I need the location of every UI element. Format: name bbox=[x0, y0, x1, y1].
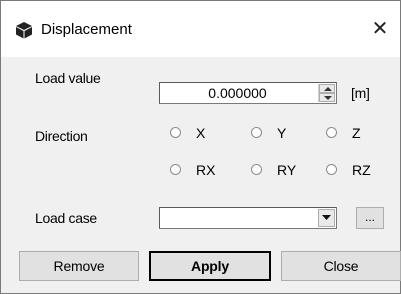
radio-circle[interactable] bbox=[251, 127, 262, 138]
radio-ry-label[interactable]: RY bbox=[277, 161, 296, 179]
radio-circle[interactable] bbox=[251, 164, 262, 175]
radio-circle[interactable] bbox=[170, 164, 181, 175]
radio-circle[interactable] bbox=[326, 127, 337, 138]
load-case-select[interactable] bbox=[159, 207, 337, 229]
radio-rz-label[interactable]: RZ bbox=[352, 161, 371, 179]
remove-button[interactable]: Remove bbox=[19, 251, 139, 281]
chevron-down-icon bbox=[322, 215, 331, 220]
radio-circle[interactable] bbox=[326, 164, 337, 175]
load-value-text[interactable]: 0.000000 bbox=[160, 83, 315, 103]
window-title: Displacement bbox=[41, 21, 132, 38]
chevron-down-icon bbox=[324, 96, 332, 100]
load-case-dropdown-button[interactable] bbox=[318, 209, 335, 227]
title-bar[interactable]: Displacement ✕ bbox=[1, 1, 400, 57]
spin-down-button[interactable] bbox=[319, 93, 335, 102]
radio-x-label[interactable]: X bbox=[196, 124, 205, 142]
load-value-unit: [m] bbox=[351, 85, 370, 101]
direction-label: Direction bbox=[35, 128, 88, 144]
radio-z-label[interactable]: Z bbox=[352, 124, 361, 142]
load-case-label: Load case bbox=[35, 210, 97, 226]
load-value-label: Load value bbox=[35, 70, 101, 86]
apply-button[interactable]: Apply bbox=[149, 251, 271, 281]
cube-icon bbox=[15, 21, 33, 39]
load-value-spinner[interactable] bbox=[318, 84, 335, 102]
radio-y-label[interactable]: Y bbox=[277, 124, 286, 142]
spin-up-button[interactable] bbox=[319, 84, 335, 93]
radio-circle[interactable] bbox=[170, 127, 181, 138]
close-button[interactable]: Close bbox=[281, 251, 401, 281]
load-value-input[interactable]: 0.000000 bbox=[159, 82, 337, 104]
chevron-up-icon bbox=[324, 87, 332, 91]
displacement-dialog: Displacement ✕ Load value 0.000000 [m] D… bbox=[0, 0, 401, 294]
browse-button[interactable]: ... bbox=[356, 207, 384, 229]
close-icon[interactable]: ✕ bbox=[366, 15, 394, 43]
radio-rx-label[interactable]: RX bbox=[196, 161, 215, 179]
